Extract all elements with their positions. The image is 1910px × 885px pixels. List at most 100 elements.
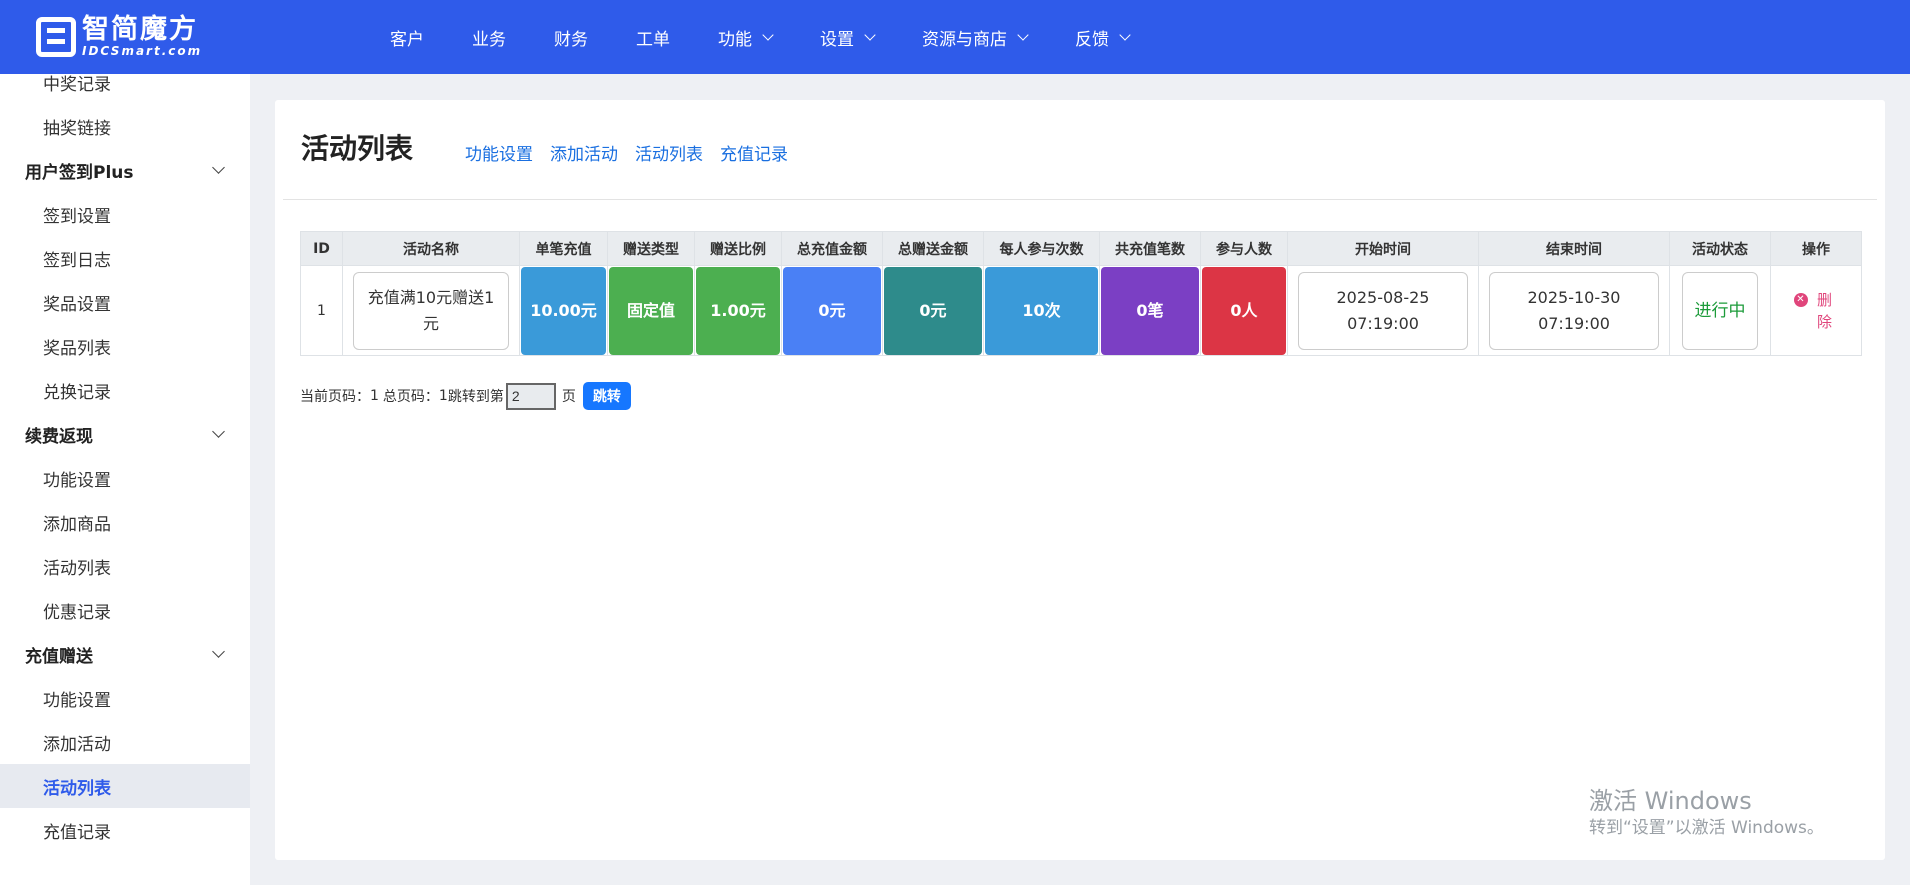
sidebar-item-16[interactable]: 活动列表 <box>0 764 250 808</box>
cell-gift-type: 固定值 <box>609 266 693 355</box>
nav-item-label: 工单 <box>636 29 670 50</box>
cell-single-recharge: 10.00元 <box>521 266 606 355</box>
cell-end-time: 2025-10-30 07:19:00 <box>1489 271 1659 350</box>
sidebar-item-15[interactable]: 添加活动 <box>0 720 250 764</box>
sidebar-item-label: 续费返现 <box>25 426 93 447</box>
nav-item-6[interactable]: 资源与商店 <box>922 0 1029 74</box>
sidebar-item-label: 抽奖链接 <box>43 118 111 139</box>
delete-button[interactable]: ✕ 删除 <box>1793 289 1839 333</box>
table-row: 1 充值满10元赠送1元 10.00元 固定值 1.00元 0元 0元 10次 … <box>300 265 1862 356</box>
watermark-line2: 转到“设置”以激活 Windows。 <box>1589 818 1824 838</box>
sidebar-item-label: 中奖记录 <box>43 74 111 95</box>
sidebar-item-0[interactable]: 中奖记录 <box>0 74 250 104</box>
cell-id: 1 <box>300 265 343 356</box>
tab-function-settings[interactable]: 功能设置 <box>465 140 533 165</box>
sidebar-item-label: 用户签到Plus <box>25 162 134 183</box>
chevron-down-icon <box>762 28 774 41</box>
top-navbar: 智简魔方 IDCSmart.com 客户 业务 财务 工单 功能 设置 资源与商店 反馈 <box>0 0 1910 74</box>
sidebar-item-label: 签到日志 <box>43 250 111 271</box>
activity-table: ID 活动名称 单笔充值 赠送类型 赠送比例 总充值金额 总赠送金额 每人参与次… <box>300 231 1862 356</box>
total-page-value: 1 <box>438 388 448 404</box>
col-total-recharge: 总充值金额 <box>781 231 883 266</box>
tab-activity-list[interactable]: 活动列表 <box>635 140 703 165</box>
nav-item-label: 设置 <box>820 29 854 50</box>
cell-participants: 0人 <box>1202 266 1286 355</box>
chevron-down-icon <box>1017 28 1029 41</box>
nav-item-2[interactable]: 财务 <box>554 0 588 74</box>
sidebar-item-label: 奖品设置 <box>43 294 111 315</box>
nav-item-3[interactable]: 工单 <box>636 0 670 74</box>
windows-activation-watermark: 激活 Windows 转到“设置”以激活 Windows。 <box>1589 786 1824 840</box>
sidebar-item-label: 兑换记录 <box>43 382 111 403</box>
sidebar-item-1[interactable]: 抽奖链接 <box>0 104 250 148</box>
chevron-down-icon <box>212 161 225 174</box>
nav-item-1[interactable]: 业务 <box>472 0 506 74</box>
sidebar-item-label: 活动列表 <box>43 558 111 579</box>
sidebar-item-3[interactable]: 签到设置 <box>0 192 250 236</box>
header-divider <box>283 199 1877 200</box>
current-page-value: 1 <box>370 388 379 404</box>
col-end-time: 结束时间 <box>1478 231 1670 266</box>
jump-page-input[interactable] <box>505 382 556 410</box>
jump-prefix: 跳转到第 <box>447 389 504 405</box>
close-circle-icon: ✕ <box>1793 292 1808 307</box>
page-tabs: 功能设置 添加活动 活动列表 充值记录 <box>465 140 805 165</box>
nav-item-label: 功能 <box>718 29 752 50</box>
sidebar-item-10[interactable]: 添加商品 <box>0 500 250 544</box>
jump-button[interactable]: 跳转 <box>582 382 631 410</box>
nav-item-label: 资源与商店 <box>922 29 1007 50</box>
current-page-label: 当前页码： <box>300 389 370 405</box>
sidebar-item-17[interactable]: 充值记录 <box>0 808 250 852</box>
nav-item-5[interactable]: 设置 <box>820 0 876 74</box>
delete-label: 删除 <box>1816 290 1832 331</box>
col-name: 活动名称 <box>342 231 520 266</box>
sidebar-item-5[interactable]: 奖品设置 <box>0 280 250 324</box>
col-id: ID <box>300 231 343 266</box>
nav-item-label: 反馈 <box>1075 29 1109 50</box>
sidebar-item-9[interactable]: 功能设置 <box>0 456 250 500</box>
col-gift-type: 赠送类型 <box>607 231 695 266</box>
watermark-line1: 激活 Windows <box>1589 787 1752 815</box>
col-participants: 参与人数 <box>1200 231 1288 266</box>
tab-recharge-records[interactable]: 充值记录 <box>720 140 788 165</box>
sidebar-item-label: 添加活动 <box>43 734 111 755</box>
sidebar-item-label: 充值记录 <box>43 822 111 843</box>
sidebar-item-label: 功能设置 <box>43 690 111 711</box>
nav-item-label: 业务 <box>472 29 506 50</box>
nav-item-label: 财务 <box>554 29 588 50</box>
logo-icon <box>36 17 76 57</box>
sidebar-item-12[interactable]: 优惠记录 <box>0 588 250 632</box>
nav-item-4[interactable]: 功能 <box>718 0 774 74</box>
sidebar: 中奖记录抽奖链接用户签到Plus 签到设置签到日志奖品设置奖品列表兑换记录续费返现… <box>0 74 250 885</box>
sidebar-item-6[interactable]: 奖品列表 <box>0 324 250 368</box>
col-status: 活动状态 <box>1669 231 1771 266</box>
cell-start-time: 2025-08-25 07:19:00 <box>1298 271 1468 350</box>
cell-total-recharge: 0元 <box>783 266 881 355</box>
sidebar-item-4[interactable]: 签到日志 <box>0 236 250 280</box>
brand-name-cn: 智简魔方 <box>82 14 198 45</box>
tab-add-activity[interactable]: 添加活动 <box>550 140 618 165</box>
total-page-label: 总页码： <box>382 389 439 405</box>
content-card: 活动列表 功能设置 添加活动 活动列表 充值记录 ID 活动名称 单笔充值 赠送… <box>275 100 1885 860</box>
brand-logo[interactable]: 智简魔方 IDCSmart.com <box>36 16 202 58</box>
chevron-down-icon <box>212 425 225 438</box>
pagination: 当前页码： 1 总页码： 1 跳转到第 页 跳转 <box>300 382 631 410</box>
col-single-recharge: 单笔充值 <box>519 231 608 266</box>
col-total-gift: 总赠送金额 <box>882 231 984 266</box>
status-badge: 进行中 <box>1682 271 1758 350</box>
chevron-down-icon <box>212 645 225 658</box>
jump-suffix: 页 <box>561 389 576 405</box>
sidebar-group-2[interactable]: 用户签到Plus <box>0 148 250 192</box>
sidebar-group-13[interactable]: 充值赠送 <box>0 632 250 676</box>
sidebar-group-8[interactable]: 续费返现 <box>0 412 250 456</box>
col-total-count: 共充值笔数 <box>1099 231 1201 266</box>
chevron-down-icon <box>1119 28 1131 41</box>
nav-item-0[interactable]: 客户 <box>390 0 424 74</box>
nav-item-7[interactable]: 反馈 <box>1075 0 1131 74</box>
sidebar-item-label: 功能设置 <box>43 470 111 491</box>
sidebar-item-label: 充值赠送 <box>25 646 93 667</box>
sidebar-item-label: 优惠记录 <box>43 602 111 623</box>
sidebar-item-11[interactable]: 活动列表 <box>0 544 250 588</box>
sidebar-item-7[interactable]: 兑换记录 <box>0 368 250 412</box>
sidebar-item-14[interactable]: 功能设置 <box>0 676 250 720</box>
